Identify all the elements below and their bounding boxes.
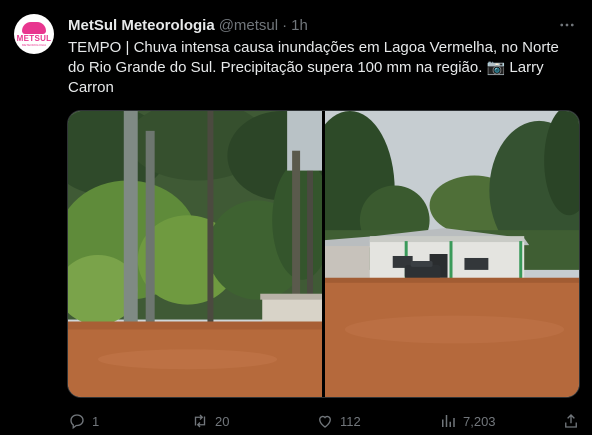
reply-button[interactable]: 1	[68, 412, 99, 430]
photo-flooded-building[interactable]	[325, 111, 579, 397]
more-button[interactable]	[556, 14, 578, 36]
retweet-icon	[194, 414, 206, 428]
tweet-header: MetSul Meteorologia @metsul · 1h	[68, 15, 308, 35]
retweet-button[interactable]: 20	[191, 412, 229, 430]
photo-flooded-forest[interactable]	[68, 111, 322, 397]
avatar-subtext: METEOROLOGIA	[21, 42, 47, 47]
like-count: 112	[340, 413, 361, 429]
separator: ·	[282, 16, 288, 34]
like-button[interactable]: 112	[316, 412, 361, 430]
retweet-count: 20	[215, 413, 230, 429]
logo-cloud-icon	[22, 21, 46, 34]
more-horizontal-icon	[560, 23, 574, 27]
reply-icon	[70, 414, 84, 430]
flooded-forest-image	[68, 111, 322, 397]
heart-icon	[319, 415, 331, 428]
author-handle[interactable]: @metsul	[219, 17, 278, 34]
timestamp[interactable]: 1h	[291, 17, 308, 34]
avatar[interactable]: METSUL METEOROLOGIA	[14, 14, 54, 54]
share-icon	[565, 414, 577, 428]
avatar-brand: METSUL	[16, 33, 52, 43]
reply-count: 1	[92, 413, 100, 429]
bar-chart-icon	[442, 415, 455, 427]
share-button[interactable]	[562, 412, 580, 430]
tweet[interactable]: METSUL METEOROLOGIA MetSul Meteorologia …	[0, 0, 592, 435]
view-count: 7,203	[463, 413, 496, 429]
tweet-text: TEMPO | Chuva intensa causa inundações e…	[68, 39, 559, 96]
media-grid	[67, 110, 580, 398]
flooded-building-image	[325, 111, 579, 397]
views-button[interactable]: 7,203	[439, 412, 496, 430]
tweet-actions: 1 20 112 7,203	[68, 410, 580, 432]
author-name[interactable]: MetSul Meteorologia	[68, 17, 215, 34]
